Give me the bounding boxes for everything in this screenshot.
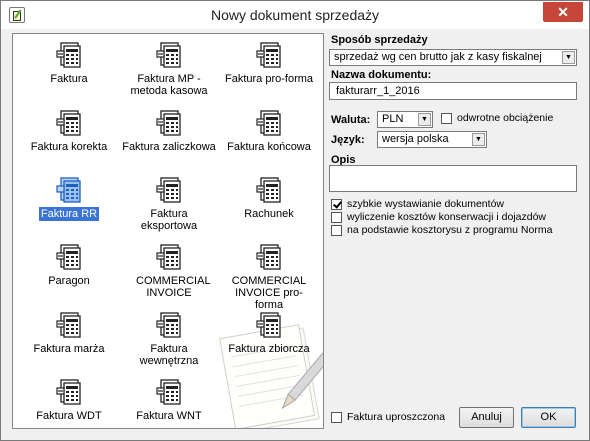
window-title: Nowy dokument sprzedaży xyxy=(210,7,380,23)
sales-method-label: Sposób sprzedaży xyxy=(331,34,428,46)
doc-item-label: Faktura końcowa xyxy=(227,141,311,153)
doc-item-faktura[interactable]: Faktura xyxy=(19,42,119,86)
doc-item-faktura-korekta[interactable]: Faktura korekta xyxy=(19,110,119,154)
checkbox-box[interactable] xyxy=(331,224,342,236)
cancel-button[interactable]: Anuluj xyxy=(459,407,514,428)
sales-method-select[interactable]: sprzedaż wg cen brutto jak z kasy fiskal… xyxy=(329,49,577,66)
title-bar: Nowy dokument sprzedaży ✕ xyxy=(1,1,589,29)
language-select[interactable]: wersja polska ▼ xyxy=(377,131,487,148)
document-calculator-icon xyxy=(56,244,82,270)
doc-item-faktura-mp[interactable]: Faktura MP - metoda kasowa xyxy=(119,42,219,98)
sales-method-value: sprzedaż wg cen brutto jak z kasy fiskal… xyxy=(334,51,542,63)
doc-item-label: Rachunek xyxy=(244,208,294,220)
doc-item-label: COMMERCIAL INVOICE xyxy=(136,275,211,299)
maintenance-cost-checkbox[interactable]: wyliczenie kosztów konserwacji i dojazdó… xyxy=(331,211,546,223)
document-calculator-icon xyxy=(256,110,282,136)
document-calculator-icon xyxy=(256,42,282,68)
norma-estimate-checkbox[interactable]: na podstawie kosztorysu z programu Norma xyxy=(331,224,552,236)
document-calculator-icon xyxy=(256,177,282,203)
doc-item-label: Faktura marża xyxy=(33,343,105,355)
document-calculator-icon xyxy=(56,110,82,136)
doc-item-faktura-koncowa[interactable]: Faktura końcowa xyxy=(219,110,319,154)
doc-item-faktura-marza[interactable]: Faktura marża xyxy=(19,312,119,356)
document-calculator-icon xyxy=(156,110,182,136)
chevron-down-icon[interactable]: ▼ xyxy=(562,51,575,64)
doc-item-label: Faktura RR xyxy=(38,207,100,221)
norma-estimate-label: na podstawie kosztorysu z programu Norma xyxy=(347,224,553,236)
doc-item-faktura-rr[interactable]: Faktura RR xyxy=(19,177,119,221)
checkbox-box[interactable] xyxy=(331,211,342,223)
doc-item-rachunek[interactable]: Rachunek xyxy=(219,177,319,221)
doc-item-faktura-zbiorcza[interactable]: Faktura zbiorcza xyxy=(219,312,319,356)
new-sales-document-dialog: Nowy dokument sprzedaży ✕ Faktura Faktur… xyxy=(0,0,590,441)
language-value: wersja polska xyxy=(382,133,449,145)
currency-value: PLN xyxy=(382,113,404,125)
doc-item-label: Faktura korekta xyxy=(30,141,108,153)
simplified-invoice-checkbox[interactable]: Faktura uproszczona xyxy=(331,411,445,423)
checkbox-box[interactable] xyxy=(441,112,452,124)
doc-item-commercial-invoice[interactable]: COMMERCIAL INVOICE xyxy=(119,244,219,300)
description-field[interactable] xyxy=(329,165,577,192)
chevron-down-icon[interactable]: ▼ xyxy=(418,113,431,126)
document-calculator-icon xyxy=(256,244,282,270)
checkbox-box[interactable] xyxy=(331,198,342,210)
checkbox-box[interactable] xyxy=(331,411,342,423)
doc-item-faktura-wdt[interactable]: Faktura WDT xyxy=(19,379,119,423)
doc-item-paragon[interactable]: Paragon xyxy=(19,244,119,288)
currency-select[interactable]: PLN ▼ xyxy=(377,111,433,128)
maintenance-cost-label: wyliczenie kosztów konserwacji i dojazdó… xyxy=(347,211,546,223)
doc-item-faktura-wewnetrzna[interactable]: Faktura wewnętrzna xyxy=(119,312,219,368)
reverse-charge-checkbox[interactable]: odwrotne obciążenie xyxy=(441,112,553,124)
document-calculator-icon xyxy=(156,177,182,203)
close-button[interactable]: ✕ xyxy=(543,2,583,22)
doc-item-label: Faktura xyxy=(50,73,88,85)
reverse-charge-label: odwrotne obciążenie xyxy=(457,112,554,124)
document-name-field[interactable]: fakturarr_1_2016 xyxy=(329,82,577,100)
ok-button[interactable]: OK xyxy=(521,407,576,428)
document-calculator-icon xyxy=(56,379,82,405)
document-calculator-icon xyxy=(256,312,282,338)
doc-item-label: COMMERCIAL INVOICE pro-forma xyxy=(231,275,307,311)
doc-item-faktura-wnt[interactable]: Faktura WNT xyxy=(119,379,219,423)
doc-item-label: Faktura wewnętrzna xyxy=(139,343,199,367)
doc-item-label: Faktura WDT xyxy=(36,410,102,422)
doc-item-faktura-pro-forma[interactable]: Faktura pro-forma xyxy=(219,42,319,86)
chevron-down-icon[interactable]: ▼ xyxy=(472,133,485,146)
doc-item-label: Faktura MP - metoda kasowa xyxy=(130,73,208,97)
doc-item-label: Faktura zbiorcza xyxy=(228,343,310,355)
doc-item-faktura-eksportowa[interactable]: Faktura eksportowa xyxy=(119,177,219,233)
doc-item-faktura-zaliczkowa[interactable]: Faktura zaliczkowa xyxy=(119,110,219,154)
doc-item-label: Faktura zaliczkowa xyxy=(122,141,216,153)
doc-item-label: Paragon xyxy=(48,275,90,287)
simplified-invoice-label: Faktura uproszczona xyxy=(347,411,446,423)
doc-item-label: Faktura WNT xyxy=(136,410,202,422)
language-label: Język: xyxy=(331,134,365,146)
document-name-label: Nazwa dokumentu: xyxy=(331,69,432,81)
document-calculator-icon xyxy=(156,244,182,270)
doc-item-label: Faktura eksportowa xyxy=(140,208,198,232)
quick-issue-label: szybkie wystawianie dokumentów xyxy=(347,198,504,210)
document-calculator-icon xyxy=(156,379,182,405)
document-calculator-icon-selected xyxy=(56,177,82,203)
doc-item-label: Faktura pro-forma xyxy=(224,73,314,85)
quick-issue-checkbox[interactable]: szybkie wystawianie dokumentów xyxy=(331,198,504,210)
document-calculator-icon xyxy=(156,42,182,68)
document-calculator-icon xyxy=(56,42,82,68)
document-type-list: Faktura Faktura MP - metoda kasowa Faktu… xyxy=(12,33,324,429)
document-calculator-icon xyxy=(156,312,182,338)
currency-label: Waluta: xyxy=(331,114,371,126)
doc-item-commercial-invoice-pro-forma[interactable]: COMMERCIAL INVOICE pro-forma xyxy=(219,244,319,312)
document-calculator-icon xyxy=(56,312,82,338)
